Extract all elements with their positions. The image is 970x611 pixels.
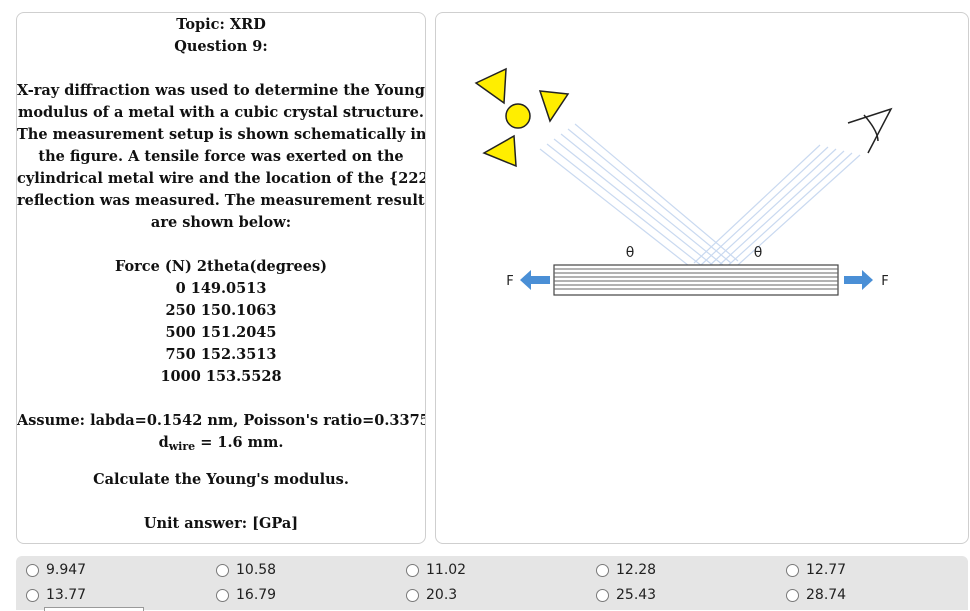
answer-label: 20.3 [426, 587, 458, 603]
question-number: Question 9: [174, 38, 268, 55]
question-body-line: X-ray diffraction was used to determine … [17, 82, 426, 99]
answer-label: 12.28 [616, 562, 657, 578]
radio-button[interactable] [216, 588, 229, 602]
data-table-row: 1000 153.5528 [160, 368, 282, 385]
answer-option[interactable]: 28.74 [786, 587, 846, 603]
metal-wire-specimen [553, 264, 839, 296]
wire-diameter-symbol: d [158, 434, 169, 451]
question-body-line: are shown below: [150, 214, 292, 231]
answer-option[interactable]: 12.77 [786, 562, 846, 578]
instruction-line: Calculate the Young's modulus. [93, 471, 349, 488]
wire-diameter-subscript: wire [168, 440, 196, 453]
answer-label: 13.77 [46, 587, 87, 603]
question-body-line: cylindrical metal wire and the location … [17, 170, 426, 187]
arrow-right-icon [844, 270, 873, 290]
xrd-setup-diagram: θ θ F F [474, 67, 893, 296]
answer-label: 9.947 [46, 562, 87, 578]
arrow-left-icon [520, 270, 550, 290]
answer-option[interactable]: 13.77 [26, 587, 86, 603]
assumptions-line: Assume: labda=0.1542 nm, Poisson's ratio… [17, 412, 426, 429]
data-table-row: 0 149.0513 [175, 280, 267, 297]
answer-label: 28.74 [806, 587, 847, 603]
question-body-line: the figure. A tensile force was exerted … [38, 148, 404, 165]
radio-button[interactable] [786, 588, 799, 602]
detector-eye-icon [847, 107, 893, 154]
force-right-label: F [881, 274, 888, 289]
radio-button[interactable] [596, 588, 609, 602]
answer-option[interactable]: 12.28 [596, 562, 656, 578]
question-body-line: modulus of a metal with a cubic crystal … [18, 104, 424, 121]
answer-label: 11.02 [426, 562, 467, 578]
incident-beams [539, 123, 739, 274]
theta-right-label: θ [754, 245, 763, 261]
data-table-row: 750 152.3513 [165, 346, 277, 363]
answer-option[interactable]: 11.02 [406, 562, 466, 578]
radio-button[interactable] [406, 588, 419, 602]
question-text: Topic: XRD Question 9: X-ray diffraction… [17, 13, 425, 535]
data-table-row: 250 150.1063 [165, 302, 277, 319]
answer-option[interactable]: 25.43 [596, 587, 656, 603]
radio-button[interactable] [26, 563, 39, 577]
submit-button-edge[interactable] [44, 607, 144, 611]
data-table-row: 500 151.2045 [165, 324, 277, 341]
question-body-line: reflection was measured. The measurement… [17, 192, 426, 209]
radio-button[interactable] [596, 563, 609, 577]
question-panel: Topic: XRD Question 9: X-ray diffraction… [16, 12, 426, 544]
figure-panel: θ θ F F [435, 12, 969, 544]
answer-label: 10.58 [236, 562, 277, 578]
radio-button[interactable] [406, 563, 419, 577]
answer-option[interactable]: 20.3 [406, 587, 457, 603]
force-left-label: F [506, 274, 513, 289]
theta-left-label: θ [626, 245, 635, 261]
question-topic: Topic: XRD [176, 16, 266, 33]
answer-options-bar: 9.947 10.58 11.02 12.28 12.77 13.77 16.7… [16, 556, 968, 610]
unit-answer-line: Unit answer: [GPa] [143, 515, 299, 532]
answer-option[interactable]: 10.58 [216, 562, 276, 578]
data-table-header: Force (N) 2theta(degrees) [114, 258, 328, 275]
answer-label: 25.43 [616, 587, 657, 603]
answer-option[interactable]: 9.947 [26, 562, 86, 578]
radio-button[interactable] [26, 588, 39, 602]
answer-label: 12.77 [806, 562, 847, 578]
answer-option[interactable]: 16.79 [216, 587, 276, 603]
radio-button[interactable] [216, 563, 229, 577]
answer-label: 16.79 [236, 587, 277, 603]
question-body-line: The measurement setup is shown schematic… [17, 126, 426, 143]
wire-diameter-line: dwire = 1.6 mm. [17, 432, 425, 458]
radiation-source-icon [474, 67, 570, 168]
radio-button[interactable] [786, 563, 799, 577]
wire-diameter-value: = 1.6 mm. [195, 434, 284, 451]
